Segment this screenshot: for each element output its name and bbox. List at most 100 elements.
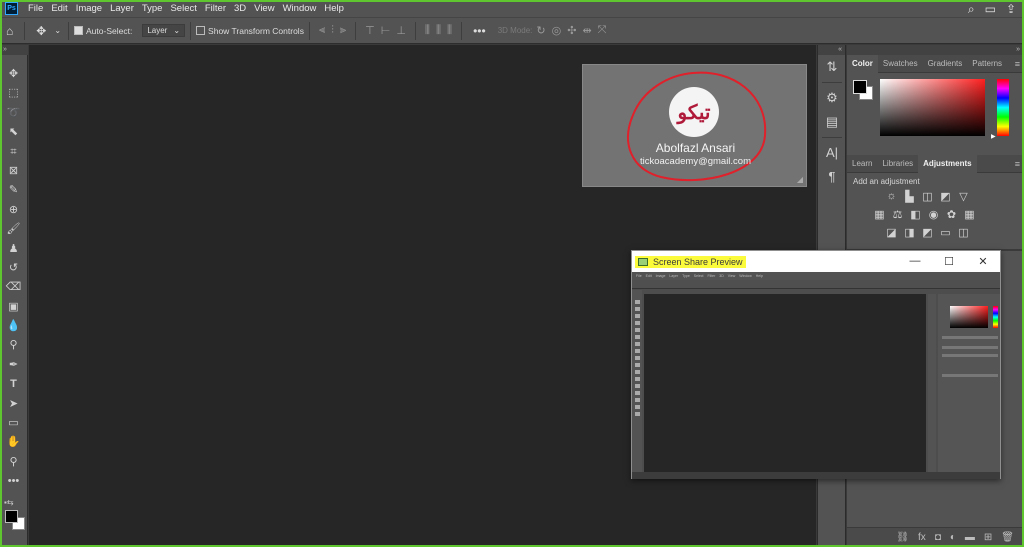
hue-slider[interactable] xyxy=(997,79,1009,136)
brush-tool-icon[interactable]: 🖌 xyxy=(4,220,24,239)
character-panel-icon[interactable]: A| xyxy=(818,141,846,165)
posterize-icon[interactable]: ◨ xyxy=(903,226,916,239)
menu-layer[interactable]: Layer xyxy=(106,3,138,14)
brightness-contrast-icon[interactable]: ☼ xyxy=(885,190,898,203)
foreground-color-swatch[interactable] xyxy=(853,80,867,94)
auto-select-checkbox[interactable] xyxy=(74,26,84,35)
distribute-3-icon[interactable]: ⫼ xyxy=(447,24,452,37)
frame-tool-icon[interactable]: ⊠ xyxy=(4,162,24,181)
menu-filter[interactable]: Filter xyxy=(201,3,230,14)
type-tool-icon[interactable]: T xyxy=(4,375,24,394)
path-select-tool-icon[interactable]: ➤ xyxy=(4,395,24,414)
align-right-icon[interactable]: ⫸ xyxy=(340,24,346,37)
align-left-icon[interactable]: ⫷ xyxy=(319,24,325,37)
tab-patterns[interactable]: Patterns xyxy=(967,55,1007,73)
color-balance-icon[interactable]: ⚖ xyxy=(891,208,904,221)
search-icon[interactable]: ⌕ xyxy=(968,3,975,15)
auto-select-target-dropdown[interactable]: Layer ⌄ xyxy=(142,24,186,37)
rectangle-tool-icon[interactable]: ▭ xyxy=(4,414,24,433)
gradient-tool-icon[interactable]: ▣ xyxy=(4,298,24,317)
trash-icon[interactable]: 🗑 xyxy=(1001,532,1014,543)
resize-grip-icon[interactable]: ◢ xyxy=(797,175,803,184)
black-white-icon[interactable]: ◧ xyxy=(909,208,922,221)
workspace-icon[interactable]: ▭ xyxy=(985,3,996,15)
hue-saturation-icon[interactable]: ▦ xyxy=(873,208,886,221)
layer-mask-icon[interactable]: ◘ xyxy=(935,532,941,543)
close-icon[interactable]: ✕ xyxy=(966,255,1000,268)
move-tool-icon[interactable]: ✥ xyxy=(30,24,52,38)
3d-orbit-icon[interactable]: ↻ xyxy=(536,24,545,37)
menu-select[interactable]: Select xyxy=(166,3,200,14)
color-field[interactable] xyxy=(880,79,985,136)
minimize-icon[interactable]: — xyxy=(898,255,932,268)
properties-panel-icon[interactable]: ⚙ xyxy=(818,86,846,110)
screen-share-preview-window[interactable]: Screen Share Preview — ☐ ✕ File Edit Ima… xyxy=(631,250,1001,479)
tab-adjustments[interactable]: Adjustments xyxy=(918,154,977,173)
distribute-1-icon[interactable]: ⫼ xyxy=(425,24,430,37)
eyedropper-tool-icon[interactable]: ✎ xyxy=(4,181,24,200)
lasso-tool-icon[interactable]: ➰ xyxy=(4,104,24,123)
toolbar-collapse-handle[interactable]: » xyxy=(0,45,28,55)
distribute-2-icon[interactable]: ⫼ xyxy=(436,24,441,37)
more-options-icon[interactable]: ••• xyxy=(467,24,492,38)
new-layer-icon[interactable]: ⊞ xyxy=(984,532,992,543)
menu-window[interactable]: Window xyxy=(279,3,321,14)
panel-collapse-handle[interactable]: « xyxy=(818,45,845,55)
levels-icon[interactable]: ▙ xyxy=(903,190,916,203)
healing-brush-tool-icon[interactable]: ⊕ xyxy=(4,201,24,220)
tab-gradients[interactable]: Gradients xyxy=(923,55,968,73)
tab-swatches[interactable]: Swatches xyxy=(878,55,923,73)
foreground-color-swatch[interactable] xyxy=(5,510,18,523)
window-titlebar[interactable]: Screen Share Preview — ☐ ✕ xyxy=(632,251,1000,272)
3d-slide-icon[interactable]: ⇹ xyxy=(582,24,591,37)
exposure-icon[interactable]: ◩ xyxy=(939,190,952,203)
vibrance-icon[interactable]: ▽ xyxy=(957,190,970,203)
move-tool-icon[interactable]: ✥ xyxy=(4,65,24,84)
channel-mixer-icon[interactable]: ✿ xyxy=(945,208,958,221)
selective-color-icon[interactable]: ◫ xyxy=(957,226,970,239)
align-center-icon[interactable]: ⫶ xyxy=(331,24,334,37)
link-layers-icon[interactable]: ⛓ xyxy=(896,532,909,543)
new-group-icon[interactable]: ▬ xyxy=(965,532,975,543)
history-brush-tool-icon[interactable]: ↺ xyxy=(4,259,24,278)
menu-image[interactable]: Image xyxy=(72,3,106,14)
panel-collapse-handle[interactable]: » xyxy=(847,45,1024,55)
transform-controls-checkbox[interactable] xyxy=(196,26,206,35)
menu-edit[interactable]: Edit xyxy=(47,3,71,14)
menu-3d[interactable]: 3D xyxy=(230,3,250,14)
panel-menu-icon[interactable]: ≡ xyxy=(1015,59,1020,69)
more-tools-icon[interactable]: ••• xyxy=(4,472,24,491)
menu-file[interactable]: File xyxy=(24,3,47,14)
3d-roll-icon[interactable]: ◎ xyxy=(552,24,562,37)
align-bottom-icon[interactable]: ⊥ xyxy=(396,24,406,37)
zoom-tool-icon[interactable]: ⚲ xyxy=(4,453,24,472)
adjustment-layer-icon[interactable]: ◐ xyxy=(950,532,956,543)
share-icon[interactable]: ⇪ xyxy=(1006,3,1016,15)
dodge-tool-icon[interactable]: ⚲ xyxy=(4,336,24,355)
tab-color[interactable]: Color xyxy=(847,54,878,73)
photo-filter-icon[interactable]: ◉ xyxy=(927,208,940,221)
paragraph-panel-icon[interactable]: ¶ xyxy=(818,165,846,189)
tab-libraries[interactable]: Libraries xyxy=(877,155,918,173)
eraser-tool-icon[interactable]: ⌫ xyxy=(4,278,24,297)
align-top-icon[interactable]: ⊤ xyxy=(365,24,375,37)
align-middle-icon[interactable]: ⊢ xyxy=(381,24,391,37)
chevron-down-icon[interactable]: ⌄ xyxy=(52,26,63,35)
invert-icon[interactable]: ◪ xyxy=(885,226,898,239)
blur-tool-icon[interactable]: 💧 xyxy=(4,317,24,336)
gradient-map-icon[interactable]: ▭ xyxy=(939,226,952,239)
crop-tool-icon[interactable]: ⌗ xyxy=(4,143,24,162)
stamp-tool-icon[interactable]: ♟ xyxy=(4,240,24,259)
home-icon[interactable]: ⌂ xyxy=(0,24,19,38)
menu-type[interactable]: Type xyxy=(138,3,167,14)
layer-style-icon[interactable]: fx xyxy=(918,532,926,543)
menu-help[interactable]: Help xyxy=(320,3,348,14)
color-lookup-icon[interactable]: ▦ xyxy=(963,208,976,221)
history-panel-icon[interactable]: ⇅ xyxy=(818,55,846,79)
menu-view[interactable]: View xyxy=(250,3,278,14)
maximize-icon[interactable]: ☐ xyxy=(932,255,966,268)
libraries-panel-icon[interactable]: ▤ xyxy=(818,110,846,134)
3d-scale-icon[interactable]: ⤧ xyxy=(598,24,607,37)
quick-select-tool-icon[interactable]: ⬉ xyxy=(4,123,24,142)
curves-icon[interactable]: ◫ xyxy=(921,190,934,203)
